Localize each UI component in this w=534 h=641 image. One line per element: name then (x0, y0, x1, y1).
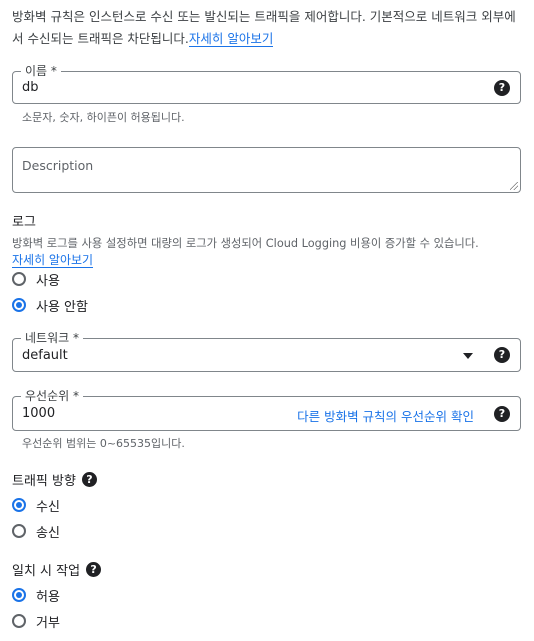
radio-checked-icon[interactable] (12, 498, 26, 512)
radio-checked-icon[interactable] (12, 298, 26, 312)
intro-learn-more-link[interactable]: 자세히 알아보기 (188, 31, 274, 47)
action-option-allow[interactable]: 허용 (12, 585, 60, 605)
network-select[interactable]: 네트워크 * default ? (12, 330, 521, 372)
direction-ingress-label: 수신 (36, 499, 60, 515)
traffic-direction-header: 트래픽 방향 ? (12, 470, 97, 489)
logs-option-on-label: 사용 (36, 273, 60, 289)
priority-field[interactable]: 우선순위 * 1000 다른 방화벽 규칙의 우선순위 확인 ? (12, 388, 521, 431)
direction-egress-label: 송신 (36, 525, 60, 541)
radio-checked-icon[interactable] (12, 588, 26, 602)
name-field[interactable]: 이름 * db ? (12, 63, 521, 104)
network-select-value[interactable]: default (22, 348, 68, 363)
logs-option-off[interactable]: 사용 안함 (12, 295, 88, 315)
description-placeholder: Description (22, 158, 94, 173)
action-option-deny[interactable]: 거부 (12, 611, 60, 631)
direction-option-ingress[interactable]: 수신 (12, 495, 60, 515)
logs-option-off-label: 사용 안함 (36, 299, 88, 315)
action-allow-label: 허용 (36, 589, 60, 605)
action-deny-label: 거부 (36, 615, 60, 631)
name-hint: 소문자, 숫자, 하이픈이 허용됩니다. (22, 111, 185, 124)
dropdown-caret-icon[interactable] (463, 353, 473, 359)
intro-text: 방화벽 규칙은 인스턴스로 수신 또는 발신되는 트래픽을 제어합니다. 기본적… (12, 6, 524, 50)
priority-input-value[interactable]: 1000 (22, 406, 55, 421)
description-textarea[interactable]: Description (12, 147, 521, 193)
priority-hint: 우선순위 범위는 0~65535입니다. (22, 437, 185, 450)
logs-option-on[interactable]: 사용 (12, 269, 60, 289)
help-icon[interactable]: ? (494, 80, 510, 96)
radio-unchecked-icon[interactable] (12, 272, 26, 286)
direction-option-egress[interactable]: 송신 (12, 521, 60, 541)
network-field-label: 네트워크 * (21, 330, 83, 346)
help-icon[interactable]: ? (81, 472, 97, 487)
name-input-value[interactable]: db (22, 80, 39, 95)
resize-handle-icon[interactable] (510, 182, 518, 190)
help-icon[interactable]: ? (494, 406, 510, 422)
name-field-label: 이름 * (21, 63, 61, 79)
traffic-direction-title: 트래픽 방향 (12, 474, 76, 489)
action-on-match-title: 일치 시 작업 (12, 564, 81, 579)
radio-unchecked-icon[interactable] (12, 524, 26, 538)
logs-title: 로그 (12, 215, 36, 230)
logs-learn-more-link[interactable]: 자세히 알아보기 (12, 253, 94, 268)
help-icon[interactable]: ? (86, 562, 102, 577)
action-on-match-header: 일치 시 작업 ? (12, 560, 102, 579)
logs-description: 방화벽 로그를 사용 설정하면 대량의 로그가 생성되어 Cloud Loggi… (12, 235, 527, 269)
help-icon[interactable]: ? (494, 347, 510, 363)
logs-description-text: 방화벽 로그를 사용 설정하면 대량의 로그가 생성되어 Cloud Loggi… (12, 237, 479, 250)
radio-unchecked-icon[interactable] (12, 614, 26, 628)
priority-field-label: 우선순위 * (21, 388, 83, 404)
check-priority-link[interactable]: 다른 방화벽 규칙의 우선순위 확인 (297, 406, 474, 425)
